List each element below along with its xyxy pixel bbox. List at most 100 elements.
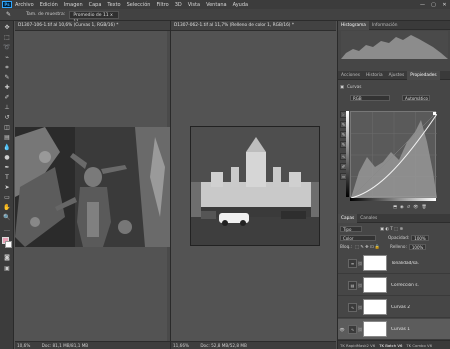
layer-row[interactable]: ▤ ⛓ Corrección s... [338,275,450,296]
more-tools-icon[interactable]: … [2,225,12,234]
tab-tk-batch[interactable]: TK Batch V6 [377,343,404,348]
tab-acciones[interactable]: Acciones [338,73,363,78]
document-tab-a[interactable]: D1307-106-1.tif al 10,6% (Curvas 1, RGB/… [15,21,170,31]
view-previous-icon[interactable]: ◉ [400,204,404,209]
blend-row: Color Opacidad: 100% [340,234,429,241]
curves-channel-row: RGB Automático [350,94,430,101]
tab-capas[interactable]: Capas [338,213,358,223]
zoom-level-b[interactable]: 11,66% [173,343,189,348]
eraser-tool-icon[interactable]: ◫ [2,123,12,132]
layer-name[interactable]: Curvas 2 [391,305,419,310]
quick-select-tool-icon[interactable]: ⌁ [2,53,12,62]
dodge-tool-icon[interactable]: ● [2,153,12,162]
blend-mode-select[interactable]: Color [340,234,376,241]
menu-edicion[interactable]: Edición [40,2,58,8]
menu-archivo[interactable]: Archivo [15,2,34,8]
layer-mask-thumb[interactable] [363,299,387,315]
layer-mask-thumb[interactable] [363,255,387,271]
tab-historia[interactable]: Historia [363,73,386,78]
crop-tool-icon[interactable]: ⌗ [2,63,12,72]
background-color-swatch[interactable] [5,241,12,248]
path-select-icon[interactable]: ➤ [2,183,12,192]
zoom-tool-icon[interactable]: 🔍 [2,213,12,222]
properties-title: Curvas [346,84,362,89]
channel-select[interactable]: RGB [350,94,390,101]
visibility-eye-icon[interactable]: 👁 [338,327,346,332]
opacity-label: Opacidad: [388,235,410,240]
tab-canales[interactable]: Canales [357,216,380,221]
screen-mode-icon[interactable]: ▣ [2,264,12,273]
menu-vista[interactable]: Vista [188,2,200,8]
layer-adjust-icon: ∿ [348,302,357,312]
eyedropper-tool-icon[interactable]: ✎ [6,11,11,18]
lasso-tool-icon[interactable]: ➰ [2,43,12,52]
visibility-icon[interactable]: 👁 [413,204,418,210]
marquee-tool-icon[interactable]: ⬚ [2,33,12,42]
tab-ajustes[interactable]: Ajustes [386,73,408,78]
minimize-button[interactable]: — [417,2,428,8]
layer-name[interactable]: Corrección s... [391,283,419,288]
brush-tool-icon[interactable]: ✐ [2,93,12,102]
delete-icon[interactable]: 🗑 [421,204,426,210]
menu-ayuda[interactable]: Ayuda [233,2,248,8]
menu-seleccion[interactable]: Selección [127,2,151,8]
clip-to-layer-icon[interactable]: ⬒ [393,204,397,209]
eyedropper-icon[interactable]: ✎ [2,73,12,82]
status-bar-b: 11,66% Doc: 52,8 MB/52,8 MB [171,341,336,349]
sample-size-select[interactable]: Promedio de 11 x 11 [69,10,120,25]
layer-row-selected[interactable]: 👁 ∿ ⛓ Curvas 1 [338,319,450,340]
document-tab-b[interactable]: D1307-062-1.tif al 11,7% (Relleno de col… [171,21,336,31]
clone-stamp-icon[interactable]: ⊥ [2,103,12,112]
move-tool-icon[interactable]: ✥ [2,23,12,32]
reset-icon[interactable]: ↺ [407,204,411,209]
layer-filter-select[interactable]: Tipo [340,225,362,232]
maximize-button[interactable]: ▢ [428,2,439,8]
layer-name[interactable]: Tonalidad/sa... [391,261,419,266]
zoom-level-a[interactable]: 10,6% [17,343,30,348]
menu-ventana[interactable]: Ventana [206,2,227,8]
quick-mask-icon[interactable]: ◙ [2,253,12,262]
opacity-field[interactable]: 100% [411,234,429,241]
layer-mask-thumb[interactable] [363,277,387,293]
menu-imagen[interactable]: Imagen [64,2,83,8]
gradient-tool-icon[interactable]: ▤ [2,133,12,142]
type-tool-icon[interactable]: T [2,173,12,182]
properties-header: ▣ Curvas [340,83,362,90]
document-window-a[interactable]: D1307-106-1.tif al 10,6% (Curvas 1, RGB/… [15,21,170,349]
curves-graph[interactable] [350,111,438,199]
tab-propiedades[interactable]: Propiedades [407,70,440,80]
document-window-b[interactable]: D1307-062-1.tif al 11,7% (Relleno de col… [171,21,336,349]
doc-size-b: Doc: 52,8 MB/52,8 MB [200,343,247,348]
photoshop-logo-icon[interactable]: Ps [2,1,12,8]
menu-3d[interactable]: 3D [175,2,182,8]
healing-brush-icon[interactable]: ✚ [2,83,12,92]
lock-icons[interactable]: ⬚ ✎ ✥ ⊡ 🔒 [355,244,380,250]
layer-name[interactable]: Curvas 1 [391,327,419,332]
menu-filtro[interactable]: Filtro [156,2,168,8]
hand-tool-icon[interactable]: ✋ [2,203,12,212]
blur-tool-icon[interactable]: 💧 [2,143,12,152]
layer-mask-thumb[interactable] [363,321,387,337]
photo-statue-image [15,127,170,247]
tab-tk-rapidmask[interactable]: TK RapidMask2 V6 [338,343,377,348]
photo-building-image [190,126,320,246]
tab-informacion[interactable]: Información [369,23,401,28]
histogram-tabs: Histograma Información [338,20,450,30]
close-button[interactable]: ✕ [439,2,450,8]
menu-capa[interactable]: Capa [89,2,102,8]
layer-row[interactable]: ∿ ⛓ Curvas 2 [338,297,450,318]
fill-field[interactable]: 100% [408,243,427,250]
layer-row[interactable]: ≡ ⛓ Tonalidad/sa... [338,253,450,274]
output-gradient [346,111,349,197]
layer-adjust-icon: ≡ [348,258,357,268]
doc-size-a: Doc: 81,1 MB/81,1 MB [41,343,89,348]
menu-texto[interactable]: Texto [107,2,120,8]
pen-tool-icon[interactable]: ✒ [2,163,12,172]
auto-button[interactable]: Automático [402,94,430,101]
tab-tk-combo[interactable]: TK Combo V6 [404,343,434,348]
rectangle-tool-icon[interactable]: ▭ [2,193,12,202]
tab-histograma[interactable]: Histograma [338,20,369,30]
layer-adjust-icon: ▤ [348,280,357,290]
history-brush-icon[interactable]: ↺ [2,113,12,122]
filter-icons[interactable]: ▣ ◐ T ⬚ ⊕ [380,226,403,231]
